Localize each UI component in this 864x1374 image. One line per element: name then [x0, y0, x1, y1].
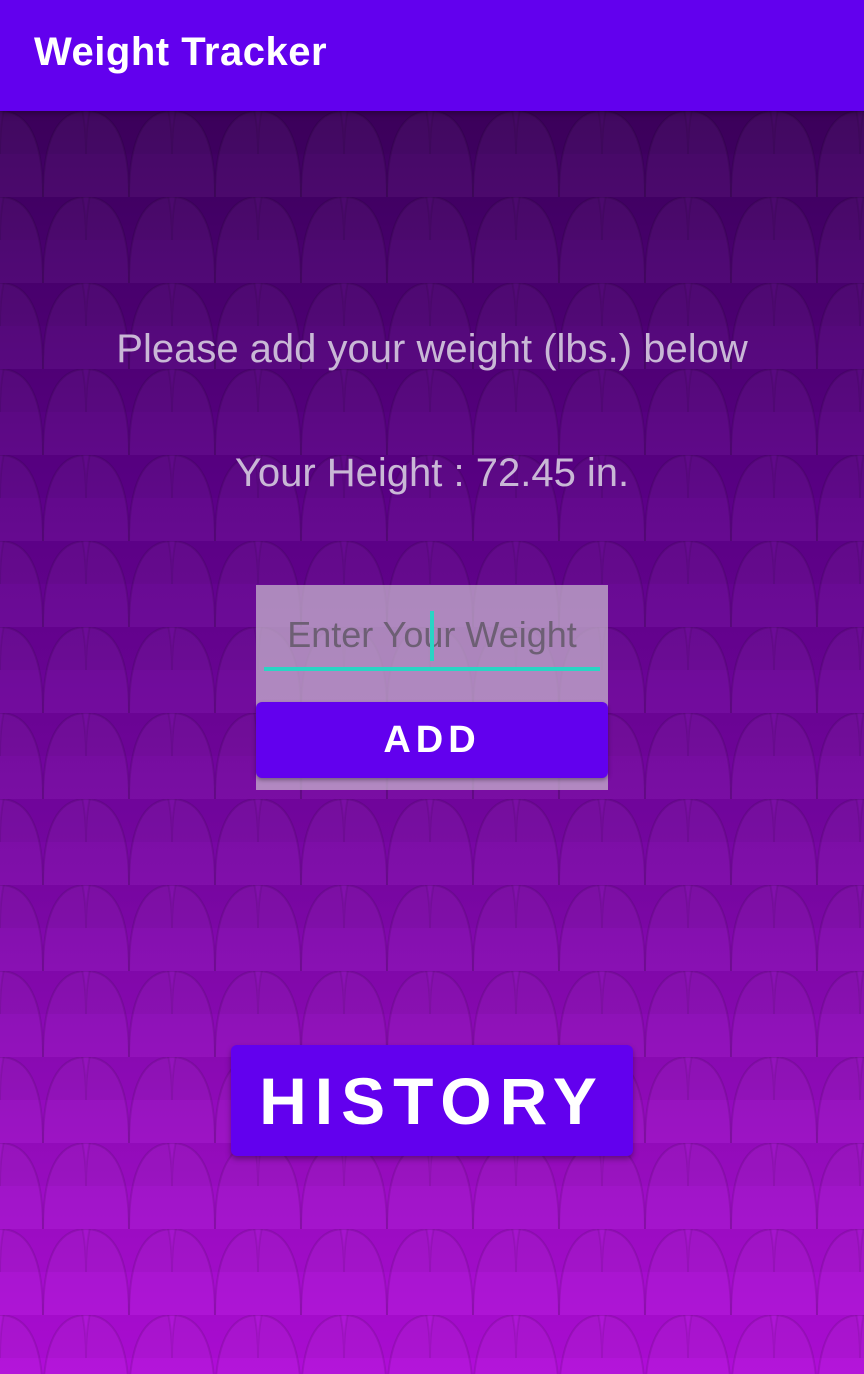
height-display-text: Your Height : 72.45 in. [234, 451, 630, 495]
weight-prompt-text: Please add your weight (lbs.) below [116, 327, 748, 371]
text-cursor [430, 611, 434, 661]
history-button[interactable]: HISTORY [231, 1045, 633, 1156]
weight-entry-card: ADD [256, 585, 608, 790]
app-title: Weight Tracker [34, 30, 328, 74]
main-content: Please add your weight (lbs.) below Your… [0, 111, 864, 1374]
app-bar: Weight Tracker [0, 0, 864, 111]
add-button[interactable]: ADD [256, 702, 608, 778]
